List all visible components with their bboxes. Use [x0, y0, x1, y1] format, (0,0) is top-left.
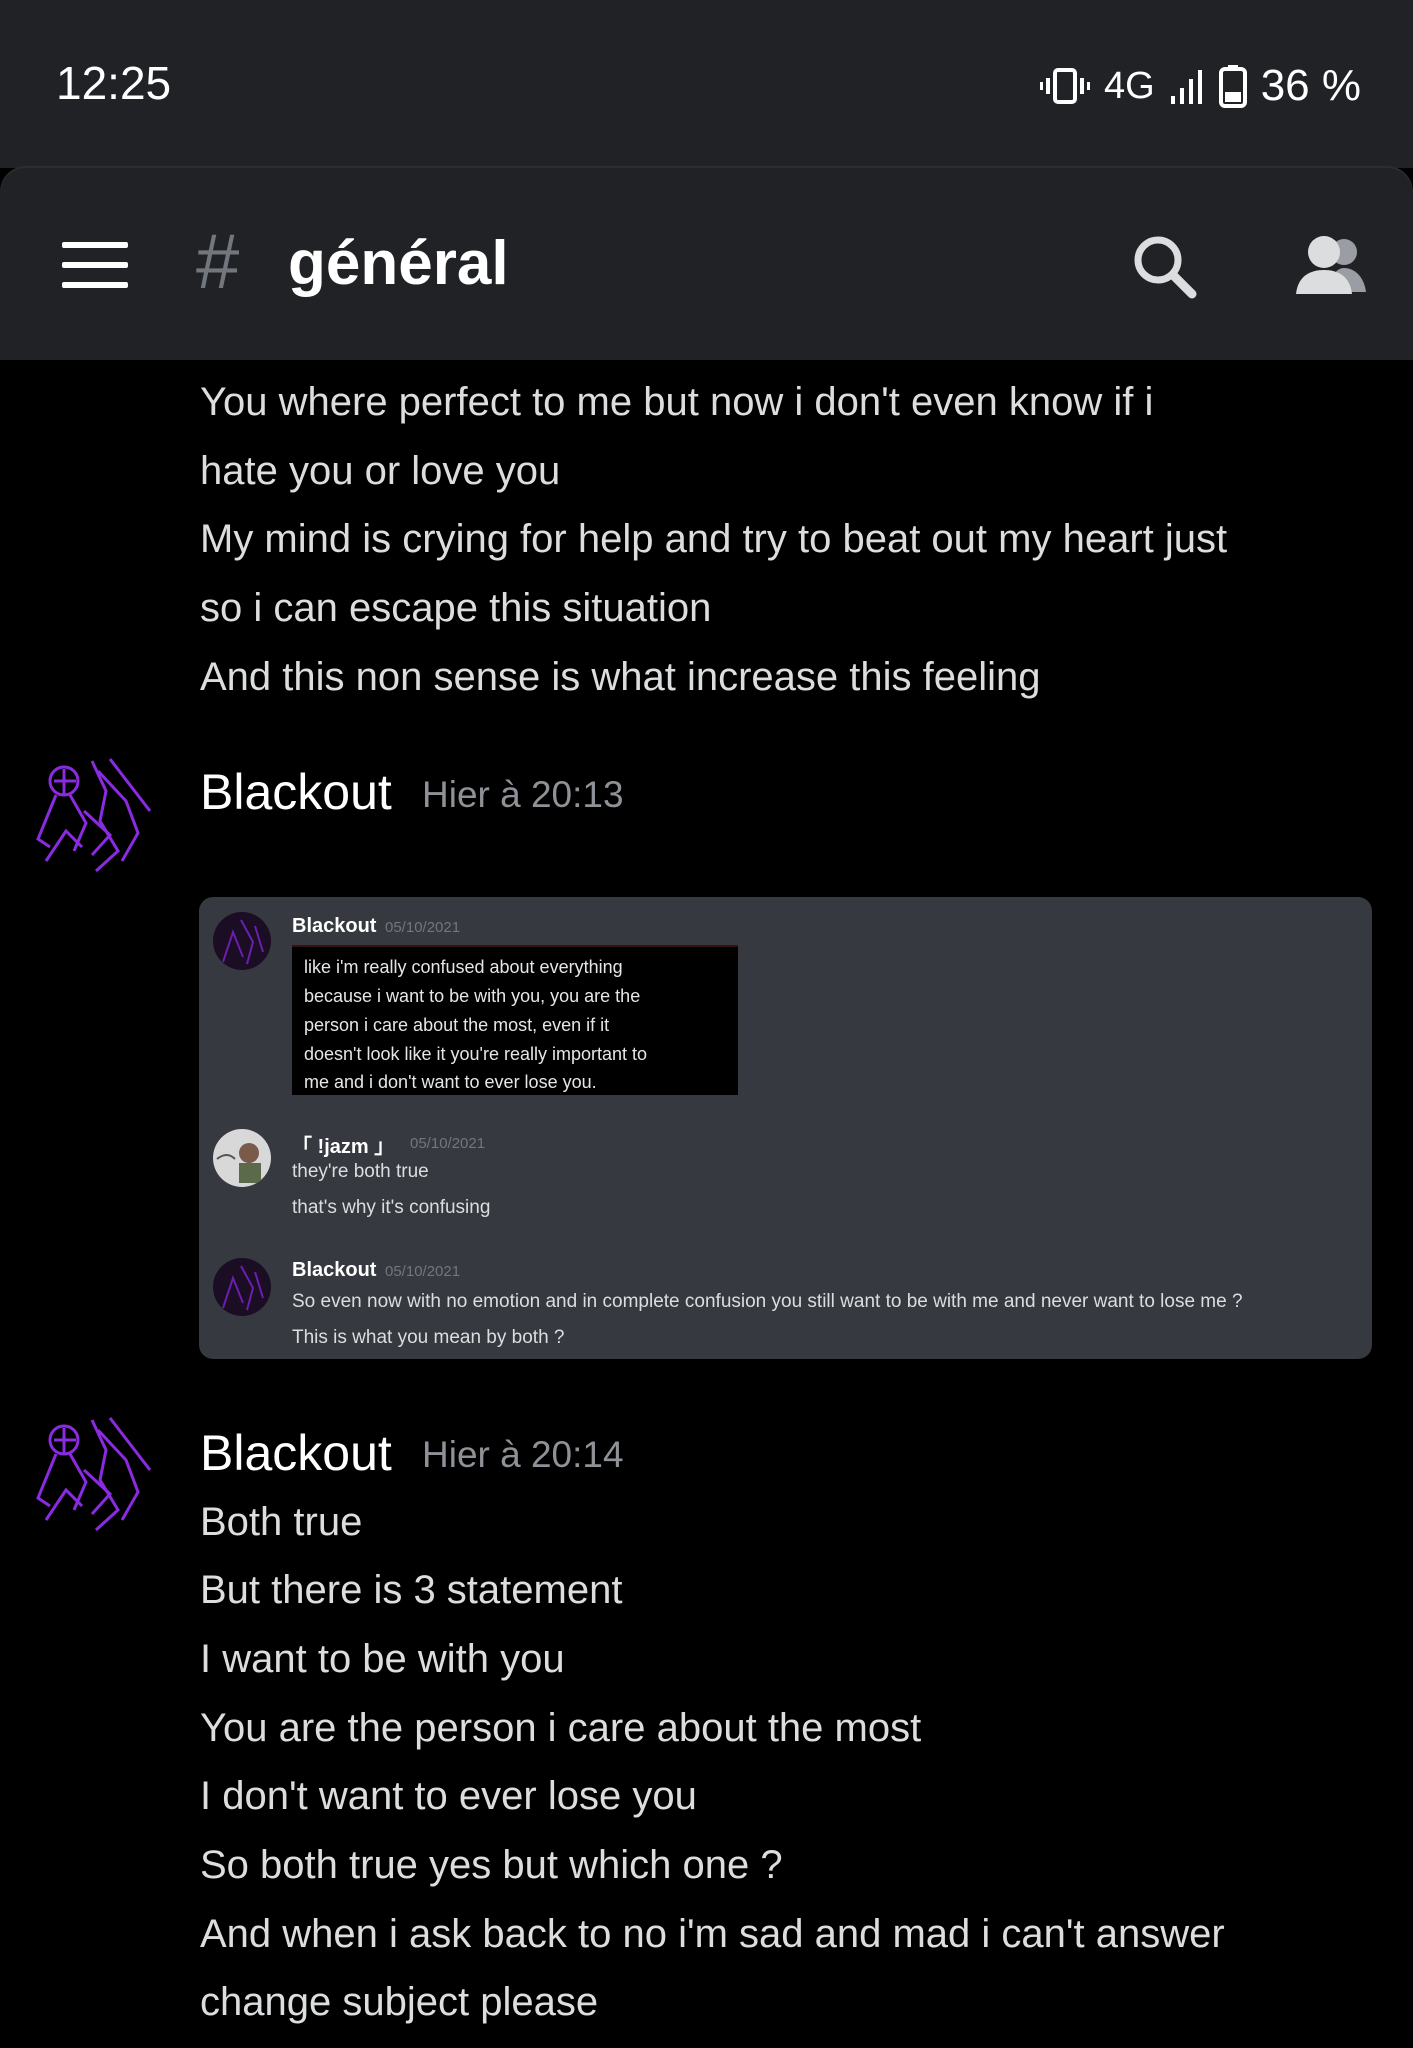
embed-text: doesn't look like it you're really impor… [304, 1044, 648, 1064]
message-author[interactable]: Blackout [200, 1424, 392, 1482]
embed-text: because i want to be with you, you are t… [304, 986, 641, 1006]
vibrate-icon [1040, 66, 1090, 106]
message-author[interactable]: Blackout [200, 763, 392, 821]
channel-name: général [288, 229, 509, 298]
message-line: Both true [200, 1500, 363, 1544]
avatar[interactable] [26, 1410, 158, 1542]
embed-text: This is what you mean by both ? [292, 1327, 565, 1348]
message-line: You are the person i care about the most [200, 1706, 922, 1750]
embed-author: 「 !jazm 」 [292, 1136, 395, 1158]
message-line: But there is 3 statement [200, 1568, 623, 1612]
status-bar: 12:25 4G 36 % [0, 0, 1413, 168]
channel-header: # général [0, 168, 1413, 360]
message-line: I don't want to ever lose you [200, 1774, 697, 1818]
channel-hash-icon: # [196, 217, 240, 305]
embed-avatar [213, 1129, 271, 1187]
image-attachment[interactable]: Blackout 05/10/2021 like i'm really conf… [199, 897, 1372, 1359]
embed-text: that's why it's confusing [292, 1197, 491, 1218]
message-line: change subject please [200, 1980, 599, 2024]
battery-icon [1218, 64, 1247, 108]
embed-text: me and i don't want to ever lose you. [304, 1072, 597, 1092]
embed-date: 05/10/2021 [385, 1263, 461, 1280]
status-time: 12:25 [56, 57, 172, 109]
embed-author: Blackout [292, 915, 377, 937]
embed-avatar [213, 1258, 271, 1316]
battery-percent: 36 % [1260, 61, 1361, 110]
embed-author: Blackout [292, 1259, 377, 1281]
signal-icon [1169, 66, 1205, 106]
embed-text: person i care about the most, even if it [304, 1015, 610, 1035]
embed-text: like i'm really confused about everythin… [304, 957, 623, 977]
embed-date: 05/10/2021 [410, 1135, 486, 1152]
network-type: 4G [1104, 64, 1155, 107]
message-line: My mind is crying for help and try to be… [200, 517, 1228, 561]
menu-icon[interactable] [62, 240, 128, 295]
embed-message-box: like i'm really confused about everythin… [292, 945, 738, 1095]
message-list: You where perfect to me but now i don't … [0, 360, 1413, 2048]
embed-text: So even now with no emotion and in compl… [292, 1291, 1243, 1312]
members-icon[interactable] [1292, 232, 1368, 303]
message-line: And this non sense is what increase this… [200, 655, 1041, 699]
message-line: I want to be with you [200, 1637, 565, 1681]
embed-date: 05/10/2021 [385, 919, 461, 936]
message-timestamp: Hier à 20:13 [422, 774, 624, 815]
message-line: You where perfect to me but now i don't … [200, 380, 1154, 424]
message-line: so i can escape this situation [200, 586, 712, 630]
message-timestamp: Hier à 20:14 [422, 1434, 624, 1475]
message-line: hate you or love you [200, 449, 561, 493]
embed-avatar [213, 912, 271, 970]
message-line: And when i ask back to no i'm sad and ma… [200, 1912, 1225, 1956]
message-line: So both true yes but which one ? [200, 1843, 783, 1887]
status-indicators: 4G 36 % [1040, 56, 1361, 116]
avatar[interactable] [26, 751, 158, 883]
search-icon[interactable] [1130, 232, 1200, 307]
embed-text: they're both true [292, 1161, 429, 1182]
